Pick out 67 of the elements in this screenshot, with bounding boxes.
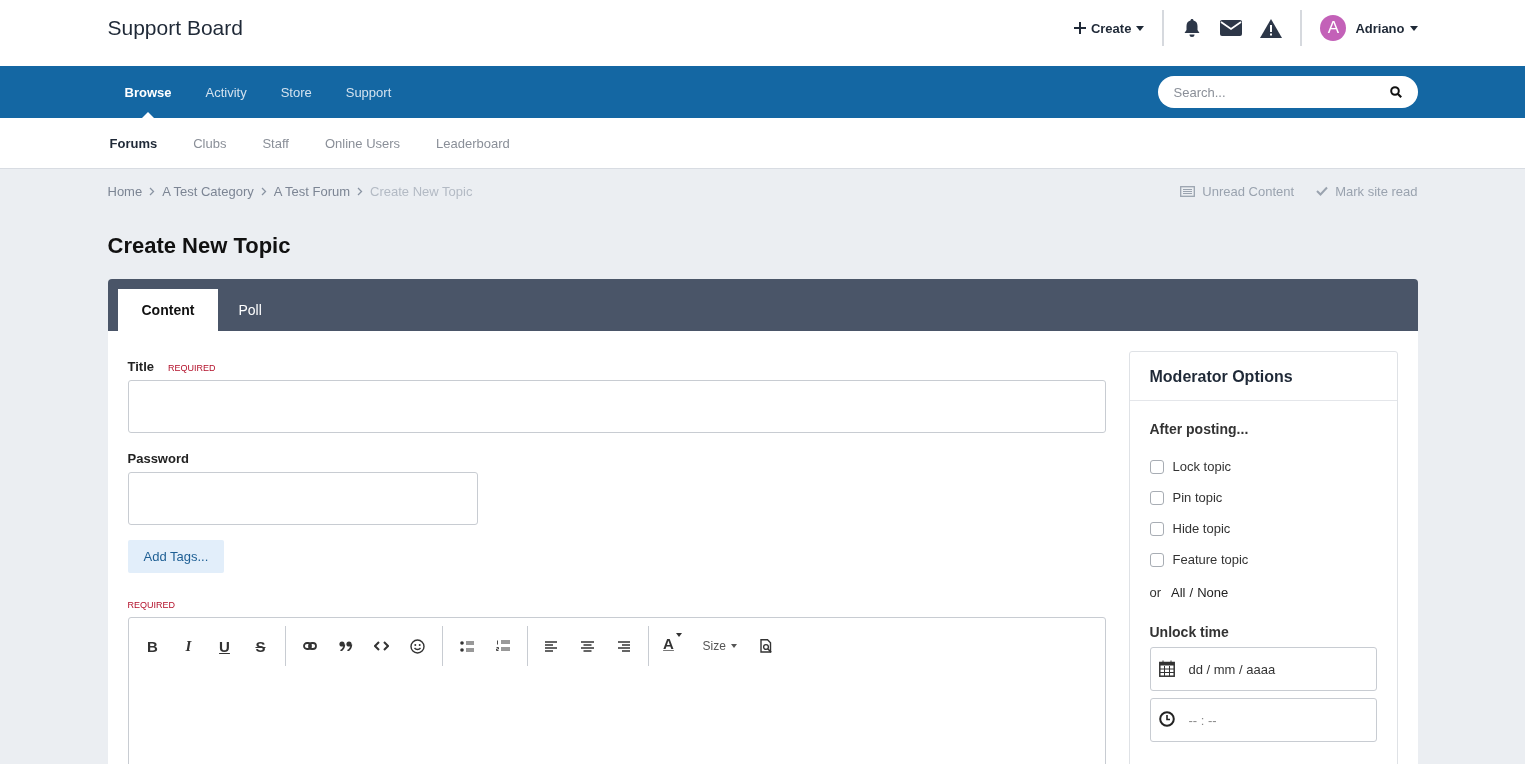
caret-icon — [730, 644, 737, 648]
select-all-link[interactable]: All — [1171, 585, 1186, 600]
strike-button[interactable]: S — [242, 629, 279, 663]
align-left-icon — [545, 640, 558, 652]
create-button[interactable]: Create — [1073, 20, 1145, 36]
nav-tab[interactable]: Activity — [188, 66, 264, 118]
bold-button[interactable]: B — [134, 629, 171, 663]
panel-title: Moderator Options — [1129, 352, 1397, 401]
bulleted-list-icon — [459, 640, 474, 652]
search-icon[interactable] — [1389, 86, 1402, 98]
add-tags-button[interactable]: Add Tags... — [127, 540, 225, 573]
checkbox-label[interactable]: Hide topic — [1172, 521, 1231, 536]
password-input[interactable] — [127, 472, 478, 525]
quote-icon — [338, 641, 353, 651]
smiley-icon — [410, 638, 425, 654]
checkbox[interactable] — [1149, 521, 1164, 536]
section-label: Unlock time — [1149, 624, 1230, 640]
field-label: Title — [127, 359, 154, 374]
nav-tab[interactable]: Store — [263, 66, 329, 118]
avatar: A — [1320, 15, 1347, 41]
time-input[interactable]: -- : -- — [1149, 698, 1377, 742]
link-icon — [302, 642, 317, 650]
or-label: or — [1149, 585, 1162, 600]
subnav-tab[interactable]: Forums — [109, 135, 158, 151]
checkbox-label[interactable]: Pin topic — [1172, 490, 1223, 505]
text-color-button[interactable]: A — [654, 629, 691, 663]
underline-button[interactable]: U — [206, 629, 243, 663]
checkbox[interactable] — [1149, 490, 1164, 505]
title-input[interactable] — [127, 380, 1106, 433]
italic-button[interactable]: I — [170, 629, 207, 663]
newspaper-icon — [1180, 185, 1196, 197]
plus-icon — [1073, 22, 1086, 34]
nav-tab[interactable]: Support — [328, 66, 409, 118]
envelope-icon[interactable] — [1220, 20, 1243, 36]
section-label: After posting... — [1149, 421, 1250, 437]
search-field[interactable]: Search... — [1157, 76, 1418, 108]
required-label: REQUIRED — [168, 363, 216, 373]
form-tab[interactable]: Poll — [218, 289, 282, 331]
checkbox-label[interactable]: Feature topic — [1172, 552, 1249, 567]
field-label: Password — [127, 451, 189, 466]
chevron-right-icon — [149, 186, 156, 196]
align-right-icon — [617, 640, 630, 652]
checkbox[interactable] — [1149, 552, 1164, 567]
caret-icon — [1409, 25, 1418, 31]
checkbox-label[interactable]: Lock topic — [1172, 459, 1232, 474]
size-dropdown[interactable]: Size — [690, 629, 749, 663]
chevron-right-icon — [260, 186, 267, 196]
caret-icon — [1136, 25, 1145, 31]
text-editor[interactable]: B I U S A Size — [127, 617, 1106, 764]
chevron-right-icon — [357, 186, 364, 196]
separator-text: / — [1189, 585, 1194, 600]
required-label: REQUIRED — [127, 600, 176, 610]
checkbox[interactable] — [1149, 459, 1164, 474]
site-title[interactable]: Support Board — [107, 16, 243, 40]
page-title: Create New Topic — [107, 233, 291, 259]
date-input[interactable]: dd / mm / aaaa — [1149, 647, 1377, 691]
code-icon — [374, 641, 389, 651]
select-none-link[interactable]: None — [1197, 585, 1229, 600]
caret-icon — [675, 633, 682, 637]
document-search-icon — [760, 639, 774, 653]
checkmark-icon — [1316, 186, 1329, 196]
nav-tab[interactable]: Browse — [107, 66, 189, 118]
user-menu-button[interactable]: A Adriano — [1320, 15, 1418, 41]
numbered-list-icon — [495, 640, 510, 652]
warning-icon[interactable] — [1260, 18, 1283, 38]
align-center-icon — [581, 640, 594, 652]
form-tab[interactable]: Content — [117, 289, 219, 331]
